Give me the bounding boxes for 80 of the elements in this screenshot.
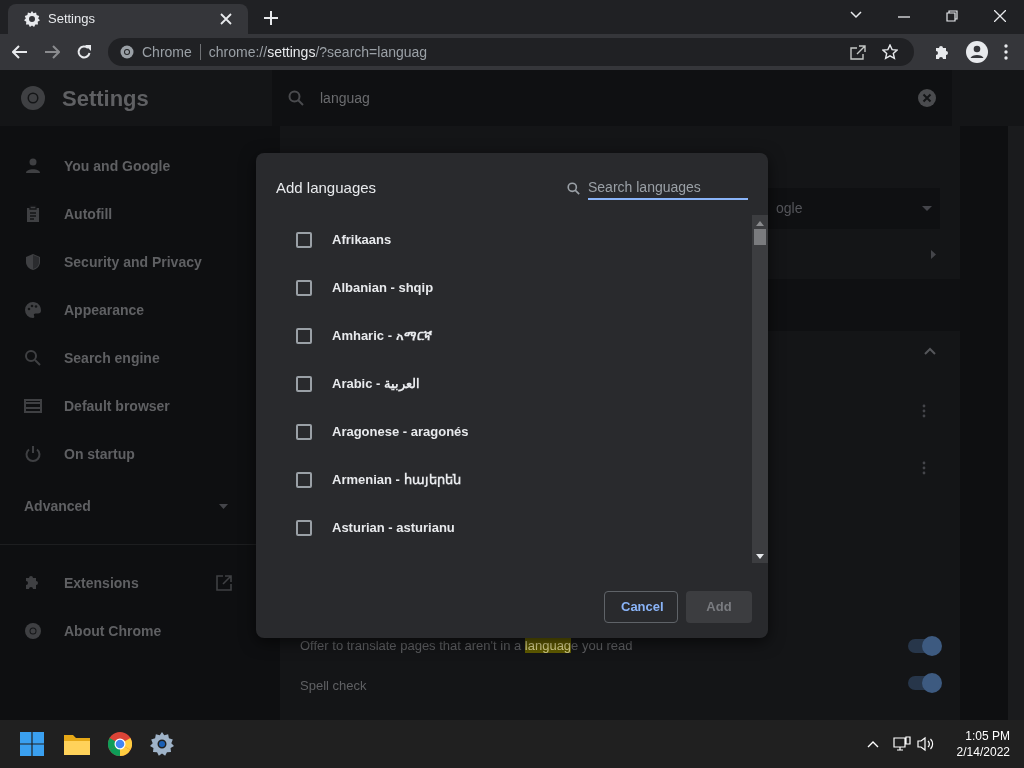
checkbox[interactable] [296, 472, 312, 488]
browser-window-icon [24, 397, 42, 415]
sidebar-item[interactable]: You and Google [0, 142, 256, 190]
language-option[interactable]: Amharic - አማርኛ [256, 312, 752, 360]
checkbox[interactable] [296, 424, 312, 440]
setting-label: Offer to translate pages that aren't in a language you read [300, 637, 633, 656]
palette-icon [24, 301, 42, 319]
sidebar-link[interactable]: About Chrome [0, 607, 256, 655]
checkbox[interactable] [296, 232, 312, 248]
close-icon[interactable] [220, 13, 232, 25]
checkbox[interactable] [296, 280, 312, 296]
more-icon[interactable] [1004, 44, 1008, 60]
puzzle-icon[interactable] [934, 44, 950, 60]
folder-icon[interactable] [64, 733, 90, 755]
checkbox[interactable] [296, 520, 312, 536]
power-icon [24, 445, 42, 463]
windows-logo-icon[interactable] [20, 732, 44, 756]
list-scrollbar[interactable] [752, 215, 768, 563]
chrome-logo-icon [24, 622, 42, 640]
restore-icon[interactable] [946, 10, 958, 22]
profile-icon[interactable] [966, 41, 988, 63]
monitor-icon[interactable] [892, 736, 911, 752]
close-icon[interactable] [994, 10, 1006, 22]
new-tab-icon[interactable] [264, 11, 278, 25]
language-option[interactable]: Asturian - asturianu [256, 504, 752, 552]
clock-time: 1:05 PM [965, 727, 1010, 744]
gear-icon [24, 11, 40, 27]
checkbox[interactable] [296, 376, 312, 392]
search-field[interactable]: Search languages [588, 176, 748, 200]
page-title: Settings [62, 84, 149, 113]
language-option[interactable]: Albanian - shqip [256, 264, 752, 312]
caret-icon [922, 206, 932, 212]
sidebar-item[interactable]: Autofill [0, 190, 256, 238]
external-link-icon [216, 575, 232, 591]
reload-icon[interactable] [76, 44, 92, 60]
browser-tab[interactable]: Settings [8, 4, 248, 34]
chevron-down-icon[interactable] [850, 11, 862, 19]
scroll-down-icon[interactable] [756, 554, 764, 559]
advanced-toggle[interactable]: Advanced [0, 478, 256, 534]
site-label: Chrome [142, 42, 192, 62]
sidebar-item[interactable]: Default browser [0, 382, 256, 430]
clock-date: 2/14/2022 [956, 744, 1010, 761]
chrome-logo-icon [20, 85, 46, 111]
language-option[interactable]: Armenian - հայերեն [256, 456, 752, 504]
dialog-title: Add languages [276, 177, 378, 198]
sidebar-item[interactable]: Search engine [0, 334, 256, 382]
tab-title: Settings [48, 10, 96, 29]
language-option[interactable]: Arabic - العربية [256, 360, 752, 408]
search-field[interactable]: languag [272, 70, 952, 126]
setting-label: Spell check [300, 677, 367, 695]
toggle-switch[interactable] [908, 639, 940, 653]
back-icon[interactable] [12, 45, 28, 59]
search-icon [24, 349, 42, 367]
language-dropdown[interactable]: ogle [768, 188, 940, 230]
address-bar[interactable]: Chrome chrome://settings/?search=languag [108, 38, 914, 66]
language-option[interactable]: Afrikaans [256, 216, 752, 264]
search-icon [288, 90, 304, 106]
chrome-logo-icon[interactable] [108, 732, 132, 756]
cancel-button[interactable]: Cancel [604, 591, 678, 623]
sidebar-item[interactable]: Security and Privacy [0, 238, 256, 286]
gear-icon[interactable] [150, 732, 174, 756]
sidebar-link[interactable]: Extensions [0, 559, 256, 607]
toggle-switch[interactable] [908, 676, 940, 690]
chrome-logo-icon [120, 45, 134, 59]
person-icon [24, 157, 42, 175]
sidebar-item[interactable]: Appearance [0, 286, 256, 334]
scroll-thumb[interactable] [754, 229, 766, 245]
clipboard-icon [24, 205, 42, 223]
search-icon [567, 181, 580, 195]
forward-icon[interactable] [44, 45, 60, 59]
share-icon[interactable] [850, 44, 866, 60]
url-text: chrome://settings/?search=languag [208, 42, 428, 62]
language-option[interactable]: Aragonese - aragonés [256, 408, 752, 456]
sidebar-item[interactable]: On startup [0, 430, 256, 478]
star-icon[interactable] [882, 44, 898, 60]
scroll-up-icon[interactable] [756, 221, 764, 226]
clock[interactable]: 1:05 PM 2/14/2022 [956, 727, 1010, 761]
speaker-icon[interactable] [916, 736, 935, 752]
shield-icon [24, 253, 42, 271]
checkbox[interactable] [296, 328, 312, 344]
